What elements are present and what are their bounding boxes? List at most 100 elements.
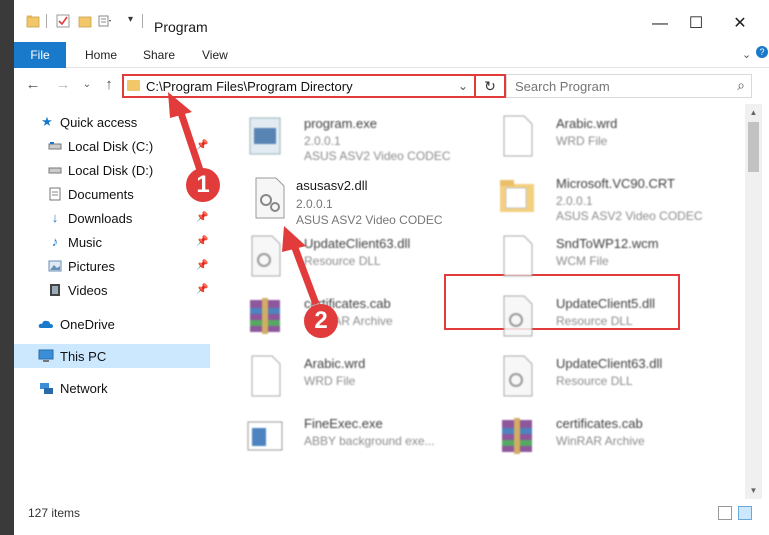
sidebar-item-quick-access[interactable]: ★ Quick access [14, 110, 210, 134]
address-row: ← → ⌄ ↑ C:\Program Files\Program Directo… [14, 70, 769, 102]
file-item[interactable]: SndToWP12.wcm WCM File [486, 228, 726, 284]
exe-icon [249, 117, 281, 155]
sidebar-item-this-pc[interactable]: This PC [14, 344, 210, 368]
sidebar-item-label: Pictures [68, 259, 115, 274]
maximize-button[interactable]: ☐ [684, 12, 708, 36]
search-input[interactable] [515, 77, 715, 95]
file-item[interactable]: Microsoft.VC90.CRT 2.0.0.1 ASUS ASV2 Vide… [486, 168, 726, 224]
cloud-icon [38, 320, 53, 328]
details-view-icon[interactable] [718, 506, 732, 520]
sidebar-item-documents[interactable]: Documents [14, 182, 210, 206]
item-count: 127 items [28, 506, 81, 520]
tab-home[interactable]: Home [85, 42, 117, 68]
file-item[interactable]: UpdateClient63.dll Resource DLL [234, 228, 474, 284]
file-description: ASUS ASV2 Video CODEC [296, 213, 443, 227]
drive-icon [48, 167, 62, 174]
scroll-down-icon[interactable]: ▼ [745, 482, 762, 499]
address-dropdown-icon[interactable]: ⌄ [458, 76, 472, 96]
file-details: WCM File [556, 254, 609, 268]
folder-icon [26, 15, 40, 28]
file-details: Resource DLL [556, 314, 633, 328]
forward-arrow-icon[interactable]: → [54, 76, 72, 94]
file-item[interactable]: UpdateClient63.dll Resource DLL [486, 348, 726, 404]
file-description: ASUS ASV2 Video CODEC [304, 149, 451, 163]
sidebar-item-videos[interactable]: Videos 📌 [14, 278, 210, 302]
file-details: WRD File [304, 374, 356, 388]
sidebar-item-local-disk-c[interactable]: Local Disk (C:) 📌 [14, 134, 210, 158]
tab-share[interactable]: Share [143, 42, 175, 68]
file-name: FineExec.exe [304, 416, 383, 431]
minimize-button[interactable]: — [648, 12, 672, 36]
address-path[interactable]: C:\Program Files\Program Directory [146, 79, 353, 94]
file-item[interactable]: certificates.cab WinRAR Archive [486, 408, 726, 464]
file-item[interactable]: certificates.cab WinRAR Archive [234, 288, 474, 344]
file-version: 2.0.0.1 [296, 197, 333, 211]
file-name: UpdateClient63.dll [556, 356, 663, 371]
help-icon[interactable]: ? [756, 46, 768, 58]
file-item[interactable]: Arabic.wrd WRD File [486, 108, 726, 164]
file-list: program.exe 2.0.0.1 ASUS ASV2 Video CODEC… [224, 104, 744, 499]
folder-icon [500, 180, 534, 212]
tab-view[interactable]: View [202, 42, 228, 68]
pin-icon[interactable]: 📌 [196, 284, 208, 295]
sidebar-item-label: Documents [68, 187, 134, 202]
pin-icon[interactable]: 📌 [196, 212, 208, 223]
tab-file[interactable]: File [14, 42, 66, 68]
search-icon[interactable]: ⌕ [737, 77, 745, 94]
pictures-icon [48, 260, 62, 272]
step-two-badge: 2 [304, 304, 338, 338]
sidebar-item-pictures[interactable]: Pictures 📌 [14, 254, 210, 278]
recent-locations-icon[interactable]: ⌄ [78, 76, 96, 94]
star-icon: ★ [41, 114, 53, 129]
file-details: Resource DLL [304, 254, 381, 268]
vertical-scrollbar[interactable]: ▲ ▼ [745, 104, 762, 499]
new-folder-icon[interactable] [78, 14, 92, 28]
large-icons-view-icon[interactable] [738, 506, 752, 520]
pin-icon[interactable]: 📌 [196, 140, 208, 151]
quick-access-dropdown-icon[interactable]: ▾ [128, 14, 133, 25]
file-name: program.exe [304, 116, 377, 131]
sidebar-item-local-disk-d[interactable]: Local Disk (D:) [14, 158, 210, 182]
customize-toolbar-icon[interactable] [98, 14, 112, 28]
computer-icon [38, 349, 54, 362]
file-details: Resource DLL [556, 374, 633, 388]
file-item-asusasv2[interactable]: asusasv2.dll 2.0.0.1 ASUS ASV2 Video CODE… [238, 170, 478, 228]
separator [142, 14, 143, 28]
sidebar-item-label: Local Disk (C:) [68, 139, 154, 154]
sidebar-item-label: Videos [68, 283, 108, 298]
file-name: Microsoft.VC90.CRT [556, 176, 675, 191]
address-bar[interactable]: C:\Program Files\Program Directory ⌄ ↻ [122, 74, 506, 98]
expand-ribbon-icon[interactable]: ⌄ [742, 48, 751, 61]
back-arrow-icon[interactable]: ← [24, 76, 42, 94]
file-item[interactable]: Arabic.wrd WRD File [234, 348, 474, 404]
sidebar-item-onedrive[interactable]: OneDrive [14, 312, 210, 336]
pin-icon[interactable]: 📌 [196, 236, 208, 247]
pin-icon[interactable]: 📌 [196, 260, 208, 271]
file-details: WinRAR Archive [556, 434, 645, 448]
scroll-up-icon[interactable]: ▲ [745, 104, 762, 121]
window-title: Program [154, 19, 208, 35]
file-name: UpdateClient5.dll [556, 296, 656, 311]
search-box[interactable]: ⌕ [506, 74, 752, 98]
up-arrow-icon[interactable]: ↑ [100, 76, 118, 94]
scroll-thumb[interactable] [748, 122, 759, 172]
separator [46, 14, 47, 28]
file-item[interactable]: program.exe 2.0.0.1 ASUS ASV2 Video CODEC [234, 108, 474, 164]
documents-icon [49, 187, 61, 201]
file-version: 2.0.0.1 [304, 134, 341, 148]
file-details: 2.0.0.1 ASUS ASV2 Video CODEC [296, 196, 443, 228]
sidebar-item-downloads[interactable]: ↓ Downloads 📌 [14, 206, 210, 230]
dll-icon [255, 177, 285, 219]
file-icon [503, 115, 533, 157]
sidebar-item-network[interactable]: Network [14, 376, 210, 400]
file-name: SndToWP12.wcm [556, 236, 659, 251]
dll-icon [503, 295, 533, 337]
sidebar-item-label: Local Disk (D:) [68, 163, 154, 178]
close-button[interactable]: ✕ [728, 12, 752, 36]
file-item[interactable]: UpdateClient5.dll Resource DLL [486, 288, 726, 344]
file-item[interactable]: FineExec.exe ABBY background exe... [234, 408, 474, 464]
refresh-button[interactable]: ↻ [474, 76, 504, 96]
sidebar-item-music[interactable]: ♪ Music 📌 [14, 230, 210, 254]
properties-icon[interactable] [56, 14, 70, 28]
folder-icon [127, 80, 140, 91]
